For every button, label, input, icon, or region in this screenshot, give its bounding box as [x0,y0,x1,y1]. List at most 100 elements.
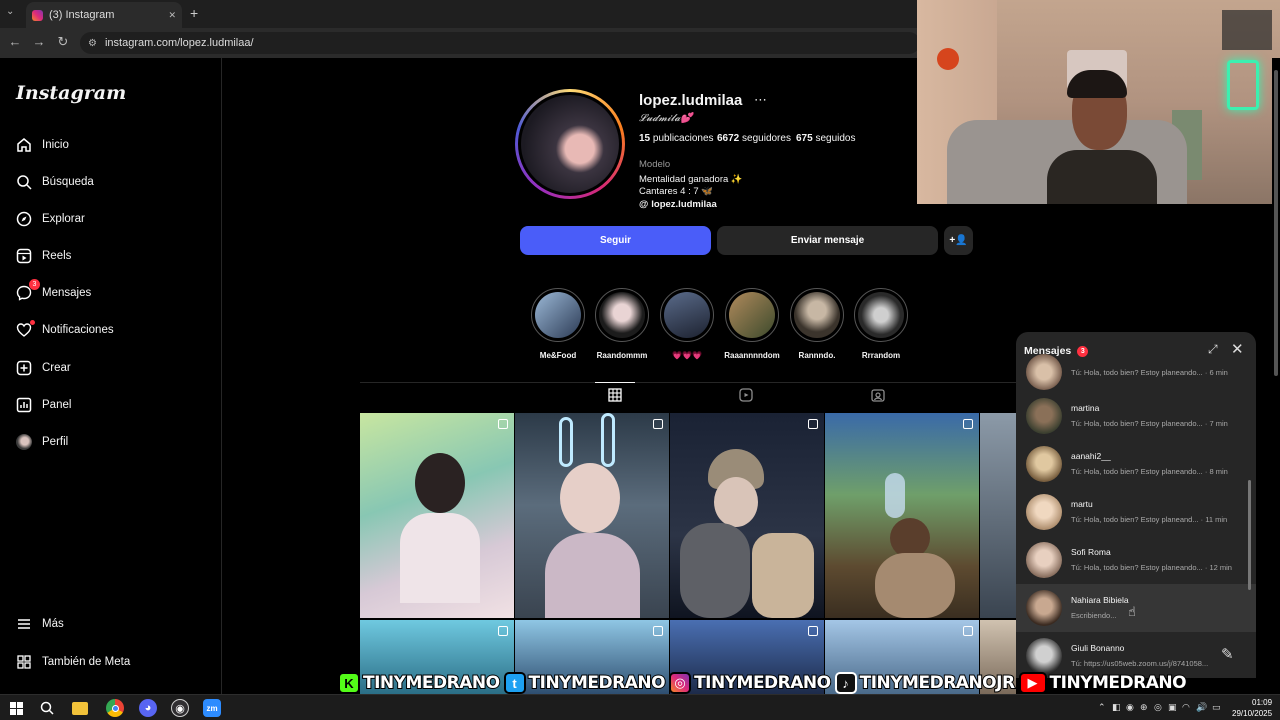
followers-stat[interactable]: 6672 seguidores [717,133,791,144]
banner-item-youtube: ▶ TINYMEDRANO [1018,672,1188,694]
highlight-cover [599,292,645,338]
home-icon [16,137,32,153]
post-thumbnail[interactable] [515,413,669,618]
highlight[interactable]: Raaannnndom [722,288,782,360]
tray-app-icon[interactable]: ◎ [1154,702,1162,713]
close-tab-icon[interactable]: ✕ [168,10,176,21]
tab-tagged[interactable] [871,388,885,405]
tray-chevron-icon[interactable]: ⌃ [1098,702,1106,713]
post-thumbnail[interactable] [980,413,1016,618]
tray-app-icon[interactable]: ◉ [1126,702,1134,713]
suggested-users-button[interactable]: +👤 [944,226,973,255]
expand-icon[interactable]: ⤢ [1208,342,1218,357]
messages-panel: Mensajes 3 ⤢ ✕ Tú: Hola, todo bien? Esto… [1016,332,1256,678]
post-thumbnail[interactable] [825,413,979,618]
posts-stat: 15 publicaciones [639,133,714,144]
highlight[interactable]: Raandommm [592,288,652,360]
sidebar-item-mensajes[interactable]: 3 Mensajes [16,279,92,301]
profile-avatar[interactable] [515,89,625,199]
battery-icon[interactable]: ▭ [1212,702,1221,713]
sidebar-item-label: Mensajes [42,287,92,299]
notification-dot [30,320,35,325]
forward-icon[interactable]: → [30,34,48,49]
highlight-cover [535,292,581,338]
sidebar-item-busqueda[interactable]: Búsqueda [16,174,94,190]
instagram-logo[interactable]: Instagram [16,82,126,104]
conversation-item[interactable]: martina Tú: Hola, todo bien? Estoy plane… [1016,392,1256,440]
mouse-cursor-icon: ☝ [1128,604,1136,619]
sidebar-item-label: Notificaciones [42,324,114,336]
profile-username: lopez.ludmilaa [639,92,743,109]
url-text: instagram.com/lopez.ludmilaa/ [104,37,254,49]
new-tab-button[interactable]: + [190,5,198,21]
tab-list-dropdown-icon[interactable]: ⌄ [6,6,14,17]
windows-start-icon[interactable] [7,699,25,717]
tab-reels[interactable] [739,388,753,405]
highlight[interactable]: Rrrandom [851,288,911,360]
tab-posts[interactable] [608,388,622,405]
sidebar-item-perfil[interactable]: Perfil [16,434,68,450]
conversation-item[interactable]: Nahiara Bibiela Escribiendo... ☝ [1016,584,1256,632]
url-input[interactable]: ⚙ instagram.com/lopez.ludmilaa/ [80,32,920,54]
profile-category: Modelo [639,159,671,170]
highlight[interactable]: 💗💗💗 [657,288,717,360]
obs-icon[interactable]: ◉ [171,699,189,717]
conversation-name: Sofi Roma [1071,547,1111,557]
compose-icon[interactable]: ✎ [1221,645,1234,663]
sidebar-item-reels[interactable]: Reels [16,248,71,264]
sidebar-item-inicio[interactable]: Inicio [16,137,69,153]
profile-photo [518,92,622,196]
conversation-preview: Tú: https://us05web.zoom.us/j/8741058... [1071,659,1209,668]
tray-app-icon[interactable]: ▣ [1168,702,1177,713]
discord-icon[interactable]: ◕ [139,699,157,717]
twitter-icon: t [503,672,526,694]
following-stat[interactable]: 675 seguidos [796,133,856,144]
sidebar-item-label: Panel [42,399,72,411]
conversation-preview: Escribiendo... [1071,611,1117,620]
tagged-icon [871,389,885,402]
close-icon[interactable]: ✕ [1231,340,1244,358]
highlight[interactable]: Me&Food [528,288,588,360]
sidebar-item-meta[interactable]: También de Meta [16,654,130,670]
volume-icon[interactable]: 🔊 [1196,702,1207,713]
reload-icon[interactable]: ↻ [54,34,72,50]
tray-app-icon[interactable]: ⊕ [1140,702,1148,713]
active-tab-indicator [595,382,635,383]
sidebar-item-crear[interactable]: Crear [16,360,71,376]
highlight-cover [664,292,710,338]
threads-icon: @ [639,199,649,210]
conversation-item[interactable]: aanahi2__ Tú: Hola, todo bien? Estoy pla… [1016,440,1256,488]
post-thumbnail[interactable] [360,413,514,618]
back-icon[interactable]: ← [6,34,24,49]
conversation-item[interactable]: martu Tú: Hola, todo bien? Estoy planean… [1016,488,1256,536]
tiktok-icon: ♪ [834,672,857,694]
search-icon[interactable] [38,699,56,717]
send-message-button[interactable]: Enviar mensaje [717,226,938,255]
post-thumbnail[interactable] [670,413,824,618]
zoom-icon[interactable]: zm [203,699,221,717]
sidebar-item-explorar[interactable]: Explorar [16,211,85,227]
profile-display-name: 𝓛𝓾𝓭𝓶𝓲𝓵𝓪💕 [639,113,693,124]
chrome-icon[interactable] [106,699,124,717]
unread-badge: 3 [1077,345,1089,357]
system-clock[interactable]: 01:09 29/10/2025 [1232,697,1272,719]
scrollbar-thumb[interactable] [1274,70,1278,376]
more-options-icon[interactable]: ⋯ [754,92,767,108]
sidebar-item-panel[interactable]: Panel [16,397,71,413]
threads-link[interactable]: @ lopez.ludmilaa [639,199,717,210]
page-scrollbar[interactable] [1272,58,1280,694]
tray-app-icon[interactable]: ◧ [1112,702,1121,713]
wifi-icon[interactable]: ◠ [1182,702,1190,713]
highlight[interactable]: Rannndo. [787,288,847,360]
sidebar-item-mas[interactable]: Más [16,616,64,632]
webcam-overlay [917,0,1280,204]
sidebar-item-label: Explorar [42,213,85,225]
browser-tab[interactable]: (3) Instagram ✕ [26,2,182,28]
conversation-item[interactable]: Sofi Roma Tú: Hola, todo bien? Estoy pla… [1016,536,1256,584]
sidebar-item-notificaciones[interactable]: Notificaciones [16,320,114,338]
file-explorer-icon[interactable] [72,702,88,715]
messages-scrollbar[interactable] [1248,480,1251,590]
site-info-icon[interactable]: ⚙ [88,38,97,49]
tab-title: (3) Instagram [49,9,115,21]
follow-button[interactable]: Seguir [520,226,711,255]
